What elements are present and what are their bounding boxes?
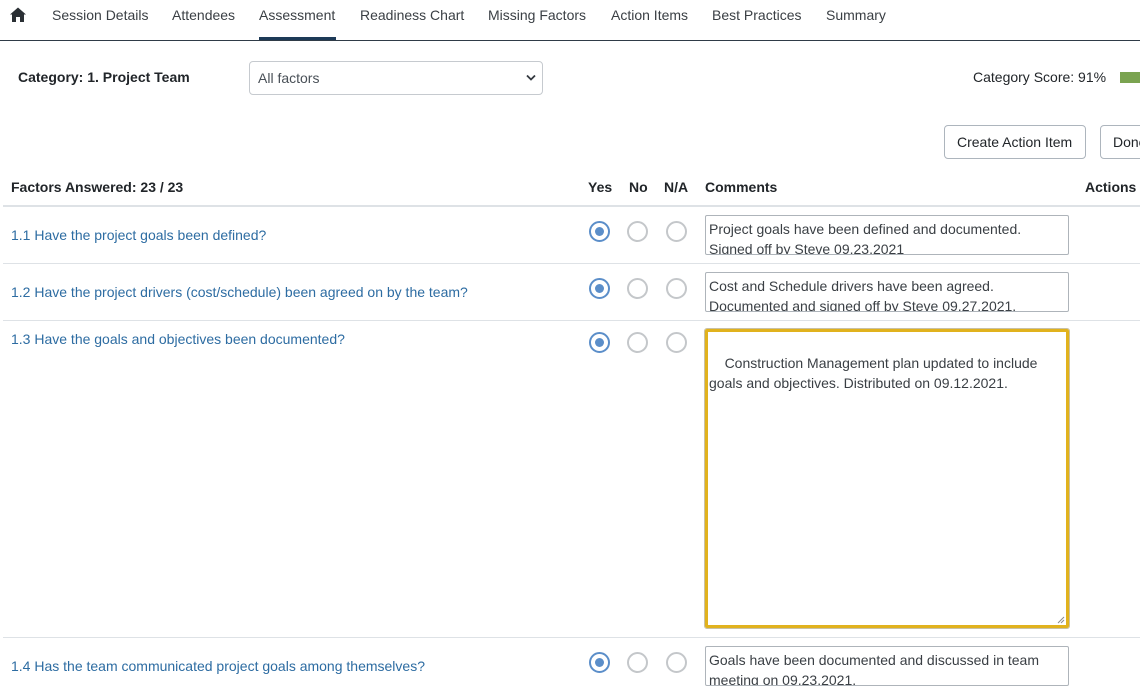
tab-best-practices[interactable]: Best Practices (712, 0, 801, 40)
radio-yes[interactable] (589, 221, 610, 242)
done-button[interactable]: Done (1100, 125, 1140, 159)
radio-no[interactable] (627, 332, 648, 353)
comment-text: Construction Management plan updated to … (709, 355, 1042, 391)
radio-na[interactable] (666, 652, 687, 673)
factor-filter-select[interactable]: All factors (249, 61, 543, 95)
question-link[interactable]: 1.4 Has the team communicated project go… (11, 658, 425, 674)
radio-no[interactable] (627, 652, 648, 673)
radio-na[interactable] (666, 332, 687, 353)
category-title: Category: 1. Project Team (18, 69, 190, 85)
column-header-na: N/A (664, 179, 689, 195)
comment-textarea-focused[interactable]: Construction Management plan updated to … (704, 328, 1070, 629)
row-divider (3, 320, 1140, 321)
question-link[interactable]: 1.2 Have the project drivers (cost/sched… (11, 284, 468, 300)
comment-textarea[interactable]: Goals have been documented and discussed… (705, 646, 1069, 686)
tab-action-items[interactable]: Action Items (611, 0, 688, 40)
column-header-actions: Actions (1085, 179, 1137, 195)
column-header-no: No (629, 179, 648, 195)
home-icon[interactable] (9, 6, 27, 24)
tab-missing-factors[interactable]: Missing Factors (488, 0, 586, 40)
factors-answered-count: Factors Answered: 23 / 23 (11, 179, 184, 195)
factor-filter-value: All factors (258, 70, 320, 86)
column-header-yes: Yes (588, 179, 613, 195)
radio-na[interactable] (666, 278, 687, 299)
category-score-label: Category Score: 91% (973, 69, 1107, 85)
radio-na[interactable] (666, 221, 687, 242)
radio-yes[interactable] (589, 652, 610, 673)
row-divider (3, 637, 1140, 638)
radio-no[interactable] (627, 221, 648, 242)
radio-yes[interactable] (589, 332, 610, 353)
header-divider (3, 205, 1140, 207)
tab-attendees[interactable]: Attendees (172, 0, 235, 40)
radio-yes[interactable] (589, 278, 610, 299)
comment-textarea[interactable]: Project goals have been defined and docu… (705, 215, 1069, 255)
category-score-bar (1120, 72, 1140, 83)
create-action-item-button[interactable]: Create Action Item (944, 125, 1086, 159)
tab-summary[interactable]: Summary (826, 0, 886, 40)
question-link[interactable]: 1.3 Have the goals and objectives been d… (11, 331, 345, 347)
question-link[interactable]: 1.1 Have the project goals been defined? (11, 227, 266, 243)
chevron-down-icon (526, 74, 536, 81)
tab-readiness-chart[interactable]: Readiness Chart (360, 0, 464, 40)
top-nav: Session Details Attendees Assessment Rea… (0, 0, 1140, 41)
resize-handle-icon[interactable] (1057, 616, 1065, 624)
radio-no[interactable] (627, 278, 648, 299)
tab-assessment[interactable]: Assessment (259, 0, 336, 40)
row-divider (3, 263, 1140, 264)
tab-session-details[interactable]: Session Details (52, 0, 149, 40)
column-header-comments: Comments (705, 179, 778, 195)
comment-textarea[interactable]: Cost and Schedule drivers have been agre… (705, 272, 1069, 312)
